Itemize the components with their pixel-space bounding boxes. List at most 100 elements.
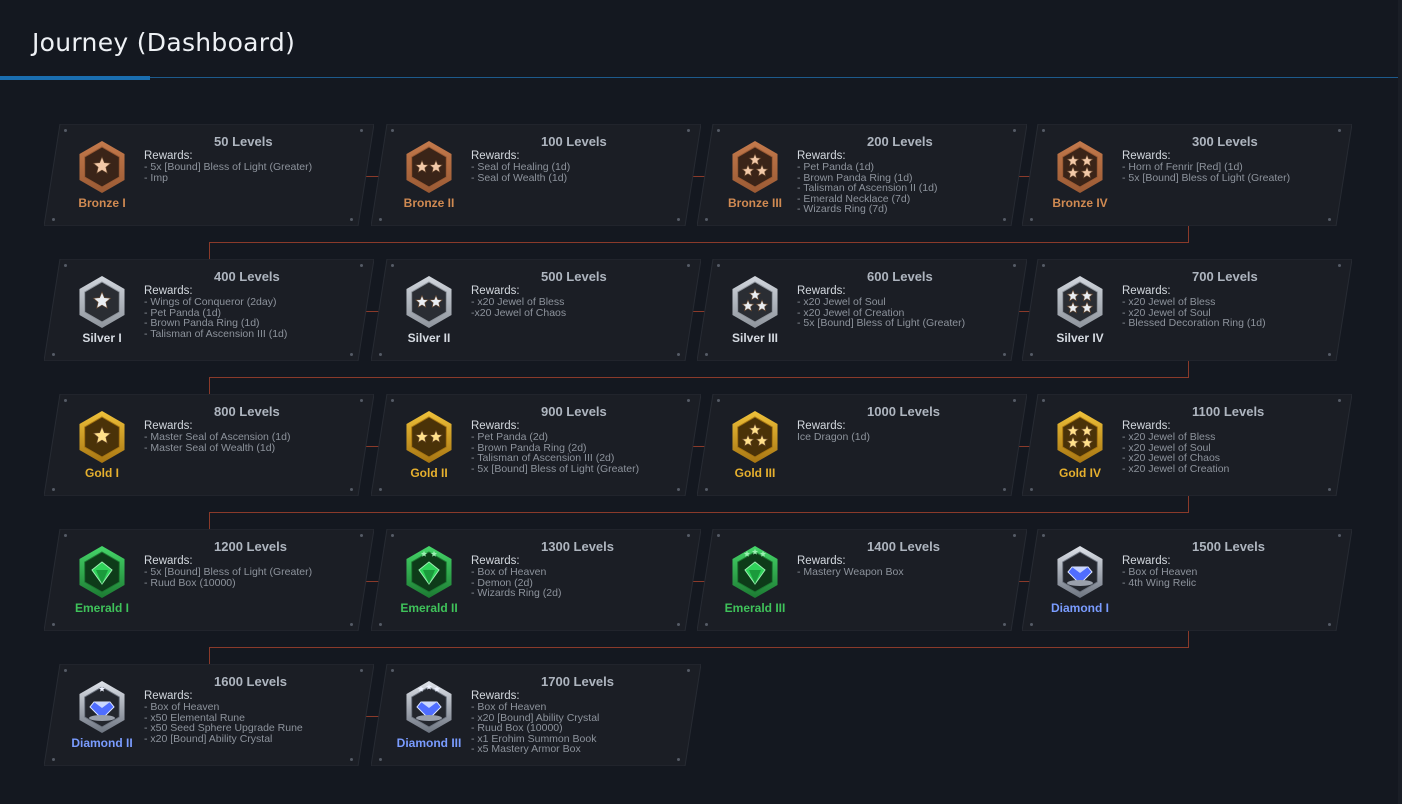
reward-item: Ice Dragon (1d) <box>797 431 870 443</box>
corner-rivet <box>687 264 690 267</box>
level-requirement: 1000 Levels <box>867 404 941 419</box>
reward-item: - Pet Panda (2d) <box>471 431 549 443</box>
reward-item: - Box of Heaven <box>144 701 220 713</box>
journey-tier-card[interactable]: Silver IV 700 Levels Rewards: - x20 Jewel o… <box>1022 259 1352 361</box>
corner-rivet <box>1013 399 1016 402</box>
corner-rivet <box>350 218 353 221</box>
journey-tier-card[interactable]: Diamond II 1600 Levels Rewards: - Box of He… <box>44 664 374 766</box>
corner-rivet <box>391 669 394 672</box>
journey-tier-card[interactable]: Bronze I 50 Levels Rewards: - 5x [Bound] Bl… <box>44 124 374 226</box>
level-requirement: 1600 Levels <box>214 674 288 689</box>
journey-tier-card[interactable]: Silver III 600 Levels Rewards: - x20 Jewel … <box>697 259 1027 361</box>
row-link-vertical <box>209 242 210 259</box>
row-link-horizontal <box>209 377 1189 378</box>
journey-tier-card[interactable]: Emerald II 1300 Levels Rewards: - Box of He… <box>371 529 701 631</box>
bronze-rank-badge-icon <box>732 141 778 193</box>
corner-rivet <box>52 623 55 626</box>
row-link-vertical <box>209 647 210 664</box>
rank-label: Bronze IV <box>1052 196 1108 210</box>
corner-rivet <box>705 488 708 491</box>
rank-label: Gold I <box>85 466 119 480</box>
journey-tier-card[interactable]: Gold IV 1100 Levels Rewards: - x20 Jewel of… <box>1022 394 1352 496</box>
corner-rivet <box>705 218 708 221</box>
corner-rivet <box>717 399 720 402</box>
corner-rivet <box>717 534 720 537</box>
reward-item: - Pet Panda (1d) <box>797 161 875 173</box>
reward-item: - Seal of Wealth (1d) <box>471 171 568 184</box>
rewards-list: Rewards: - Mastery Weapon Box <box>797 555 1017 578</box>
corner-rivet <box>379 758 382 761</box>
corner-rivet <box>677 758 680 761</box>
reward-item: - Blessed Decoration Ring (1d) <box>1122 317 1266 329</box>
reward-item: - Wings of Conqueror (2day) <box>144 296 277 308</box>
row-link-horizontal <box>209 647 1189 648</box>
journey-tier-card[interactable]: Silver I 400 Levels Rewards: - Wings of Con… <box>44 259 374 361</box>
corner-rivet <box>360 264 363 267</box>
journey-tier-card[interactable]: Bronze II 100 Levels Rewards: - Seal of Hea… <box>371 124 701 226</box>
silver-rank-badge-icon <box>1057 276 1103 328</box>
corner-rivet <box>687 669 690 672</box>
rank-label: Bronze III <box>727 196 782 210</box>
silver-rank-badge-icon <box>406 276 452 328</box>
journey-tier-card[interactable]: Gold III 1000 Levels Rewards: Ice Dragon (1… <box>697 394 1027 496</box>
reward-item: - Ruud Box (10000) <box>144 576 236 589</box>
rewards-list: Rewards: - Box of Heaven - Demon (2d) - Wiz… <box>471 555 691 599</box>
journey-tier-card[interactable]: Gold I 800 Levels Rewards: - Master Seal of… <box>44 394 374 496</box>
row-link-vertical <box>209 377 210 394</box>
corner-rivet <box>1030 623 1033 626</box>
corner-rivet <box>1003 488 1006 491</box>
row-link-horizontal <box>209 242 1189 243</box>
level-requirement: 100 Levels <box>541 134 607 149</box>
rank-label: Bronze I <box>78 196 126 210</box>
rank-label: Diamond I <box>1050 601 1109 615</box>
corner-rivet <box>64 669 67 672</box>
reward-item: - 5x [Bound] Bless of Light (Greater) <box>471 462 640 475</box>
level-requirement: 1300 Levels <box>541 539 615 554</box>
reward-item: - 5x [Bound] Bless of Light (Greater) <box>1122 171 1291 184</box>
rewards-list: Rewards: - Box of Heaven - 4th Wing Relic <box>1122 555 1342 588</box>
corner-rivet <box>1003 623 1006 626</box>
reward-item: -x20 Jewel of Chaos <box>471 306 567 319</box>
journey-tier-card[interactable]: Emerald III 1400 Levels Rewards: - Mastery … <box>697 529 1027 631</box>
corner-rivet <box>1042 129 1045 132</box>
corner-rivet <box>391 129 394 132</box>
reward-item: - Seal of Healing (1d) <box>471 161 571 173</box>
rewards-list: Rewards: - Box of Heaven - x20 [Bound] Abi… <box>471 690 691 755</box>
corner-rivet <box>52 353 55 356</box>
rewards-list: Rewards: - 5x [Bound] Bless of Light (Gre… <box>144 150 364 183</box>
corner-rivet <box>64 129 67 132</box>
rank-label: Emerald II <box>400 601 458 615</box>
journey-tier-card[interactable]: Diamond I 1500 Levels Rewards: - Box of Hea… <box>1022 529 1352 631</box>
emerald-rank-badge-icon <box>406 546 452 598</box>
corner-rivet <box>1328 353 1331 356</box>
corner-rivet <box>52 758 55 761</box>
rewards-list: Rewards: - 5x [Bound] Bless of Light (Gre… <box>144 555 364 588</box>
journey-tier-card[interactable]: Bronze IV 300 Levels Rewards: - Horn of Fen… <box>1022 124 1352 226</box>
level-requirement: 200 Levels <box>867 134 933 149</box>
corner-rivet <box>360 129 363 132</box>
diamond-rank-badge-icon <box>1057 546 1103 598</box>
row-link-vertical <box>1188 226 1189 243</box>
reward-item: - x50 Seed Sphere Upgrade Rune <box>144 722 303 734</box>
corner-rivet <box>1013 264 1016 267</box>
diamond-rank-badge-icon <box>406 681 452 733</box>
corner-rivet <box>52 218 55 221</box>
corner-rivet <box>717 129 720 132</box>
rank-label: Bronze II <box>403 196 455 210</box>
bronze-rank-badge-icon <box>79 141 125 193</box>
gold-rank-badge-icon <box>79 411 125 463</box>
reward-item: - x20 Jewel of Soul <box>797 296 886 308</box>
reward-item: - Brown Panda Ring (1d) <box>144 317 260 329</box>
reward-item: - Wizards Ring (2d) <box>471 587 562 599</box>
journey-tier-card[interactable]: Emerald I 1200 Levels Rewards: - 5x [Bound]… <box>44 529 374 631</box>
journey-tier-card[interactable]: Bronze III 200 Levels Rewards: - Pet Panda … <box>697 124 1027 226</box>
journey-tier-card[interactable]: Silver II 500 Levels Rewards: - x20 Jewel o… <box>371 259 701 361</box>
journey-tier-card[interactable]: Diamond III 1700 Levels Rewards: - Box of H… <box>371 664 701 766</box>
journey-tier-card[interactable]: Gold II 900 Levels Rewards: - Pet Panda (2d… <box>371 394 701 496</box>
corner-rivet <box>360 399 363 402</box>
reward-item: - Horn of Fenrir [Red] (1d) <box>1122 161 1243 173</box>
rank-label: Gold III <box>734 466 776 480</box>
bronze-rank-badge-icon <box>1057 141 1103 193</box>
corner-rivet <box>350 623 353 626</box>
rewards-list: Rewards: - Box of Heaven - x50 Elemental R… <box>144 690 364 744</box>
